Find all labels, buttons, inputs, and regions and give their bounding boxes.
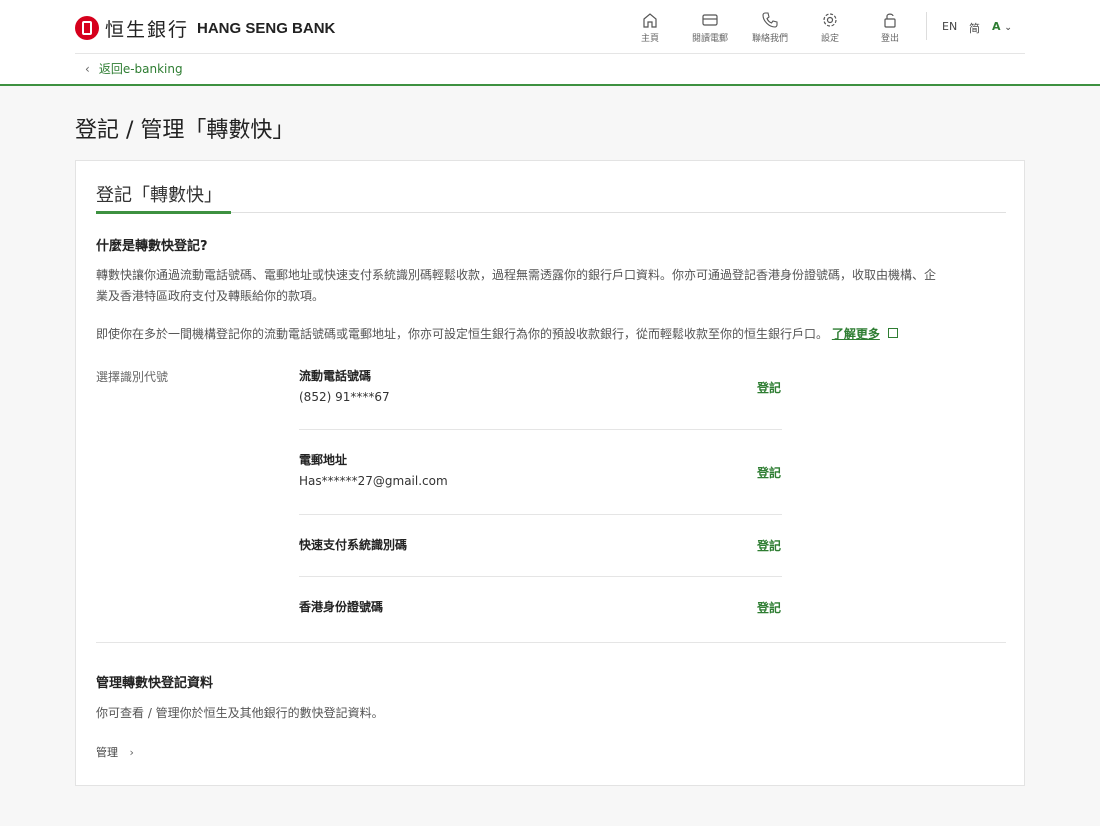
nav-settings-label: 設定 [820,34,839,44]
option-mobile-value: (852) 91****67 [299,390,390,404]
chevron-down-icon: ⌄ [1004,23,1012,33]
default-bank-paragraph: 即使你在多於一間機構登記你的流動電話號碼或電郵地址，你亦可設定恒生銀行為你的預設… [96,324,1006,345]
register-email-button[interactable]: 登記 [757,464,781,481]
default-bank-text: 即使你在多於一間機構登記你的流動電話號碼或電郵地址，你亦可設定恒生銀行為你的預設… [96,327,829,341]
nav-mail-label: 閱讀電郵 [691,34,728,44]
section-manage-title: 管理轉數快登記資料 [96,676,214,691]
phone-icon [762,12,778,28]
page-title: 登記 / 管理「轉數快」 [75,118,295,143]
option-hkid-title: 香港身份證號碼 [299,600,384,614]
nav-logout[interactable]: 登出 [865,11,915,44]
option-divider [299,514,782,515]
option-divider [299,429,782,430]
option-divider [299,576,782,577]
nav-home-label: 主頁 [640,34,659,44]
register-mobile-button[interactable]: 登記 [757,379,781,396]
manage-link[interactable]: 管理 › [96,744,134,760]
option-email-title: 電郵地址 [299,453,348,467]
tab-register-fps[interactable]: 登記「轉數快」 [96,181,222,207]
option-mobile-title: 流動電話號碼 [299,369,372,383]
mail-icon [702,14,718,26]
top-nav: 主頁 閱讀電郵 聯絡我們 設定 登出 [0,11,1100,47]
register-fps-id-button[interactable]: 登記 [757,537,781,554]
chevron-right-icon: › [129,746,134,759]
external-link-icon [887,328,898,338]
header-bar: 恒生銀行 HANG SENG BANK 主頁 閱讀電郵 聯絡我們 設定 登出 E… [0,0,1100,86]
learn-more-link[interactable]: 了解更多 [832,327,880,341]
intro-line-2: 業及香港特區政府支付及轉賬給你的款項。 [96,289,325,303]
lang-sc-button[interactable]: 简 [969,20,980,36]
font-size-label: A [992,20,1001,33]
option-email-value: Has******27@gmail.com [299,474,448,488]
select-proxy-label: 選擇識別代號 [96,370,169,384]
nav-settings[interactable]: 設定 [805,11,855,44]
nav-logout-label: 登出 [880,34,899,44]
lock-icon [884,13,896,28]
back-label: 返回e-banking [98,62,183,76]
nav-contact[interactable]: 聯絡我們 [745,11,795,44]
manage-description: 你可查看 / 管理你於恒生及其他銀行的數快登記資料。 [96,706,384,720]
header-divider [75,53,1025,54]
active-tab-indicator [96,211,231,214]
register-hkid-button[interactable]: 登記 [757,599,781,616]
tab-divider [96,212,1006,213]
home-icon [643,13,657,28]
section-what-is-title: 什麼是轉數快登記? [96,239,208,254]
intro-paragraph: 轉數快讓你通過流動電話號碼、電郵地址或快速支付系統識別碼輕鬆收款，過程無需透露你… [96,265,1006,307]
font-size-button[interactable]: A ⌄ [992,20,1012,33]
intro-line-1: 轉數快讓你通過流動電話號碼、電郵地址或快速支付系統識別碼輕鬆收款，過程無需透露你… [96,268,937,282]
nav-mail[interactable]: 閱讀電郵 [685,11,735,44]
back-link[interactable]: ‹ 返回e-banking [85,60,183,77]
chevron-left-icon: ‹ [85,61,90,76]
section-divider [96,642,1006,643]
fps-card: 登記「轉數快」 什麼是轉數快登記? 轉數快讓你通過流動電話號碼、電郵地址或快速支… [75,160,1025,786]
nav-home[interactable]: 主頁 [625,11,675,44]
gear-icon [823,13,837,27]
manage-label: 管理 [96,746,118,759]
nav-contact-label: 聯絡我們 [751,34,788,44]
option-fps-id-title: 快速支付系統識別碼 [299,538,408,552]
lang-en-button[interactable]: EN [942,20,957,33]
nav-divider [926,12,927,40]
